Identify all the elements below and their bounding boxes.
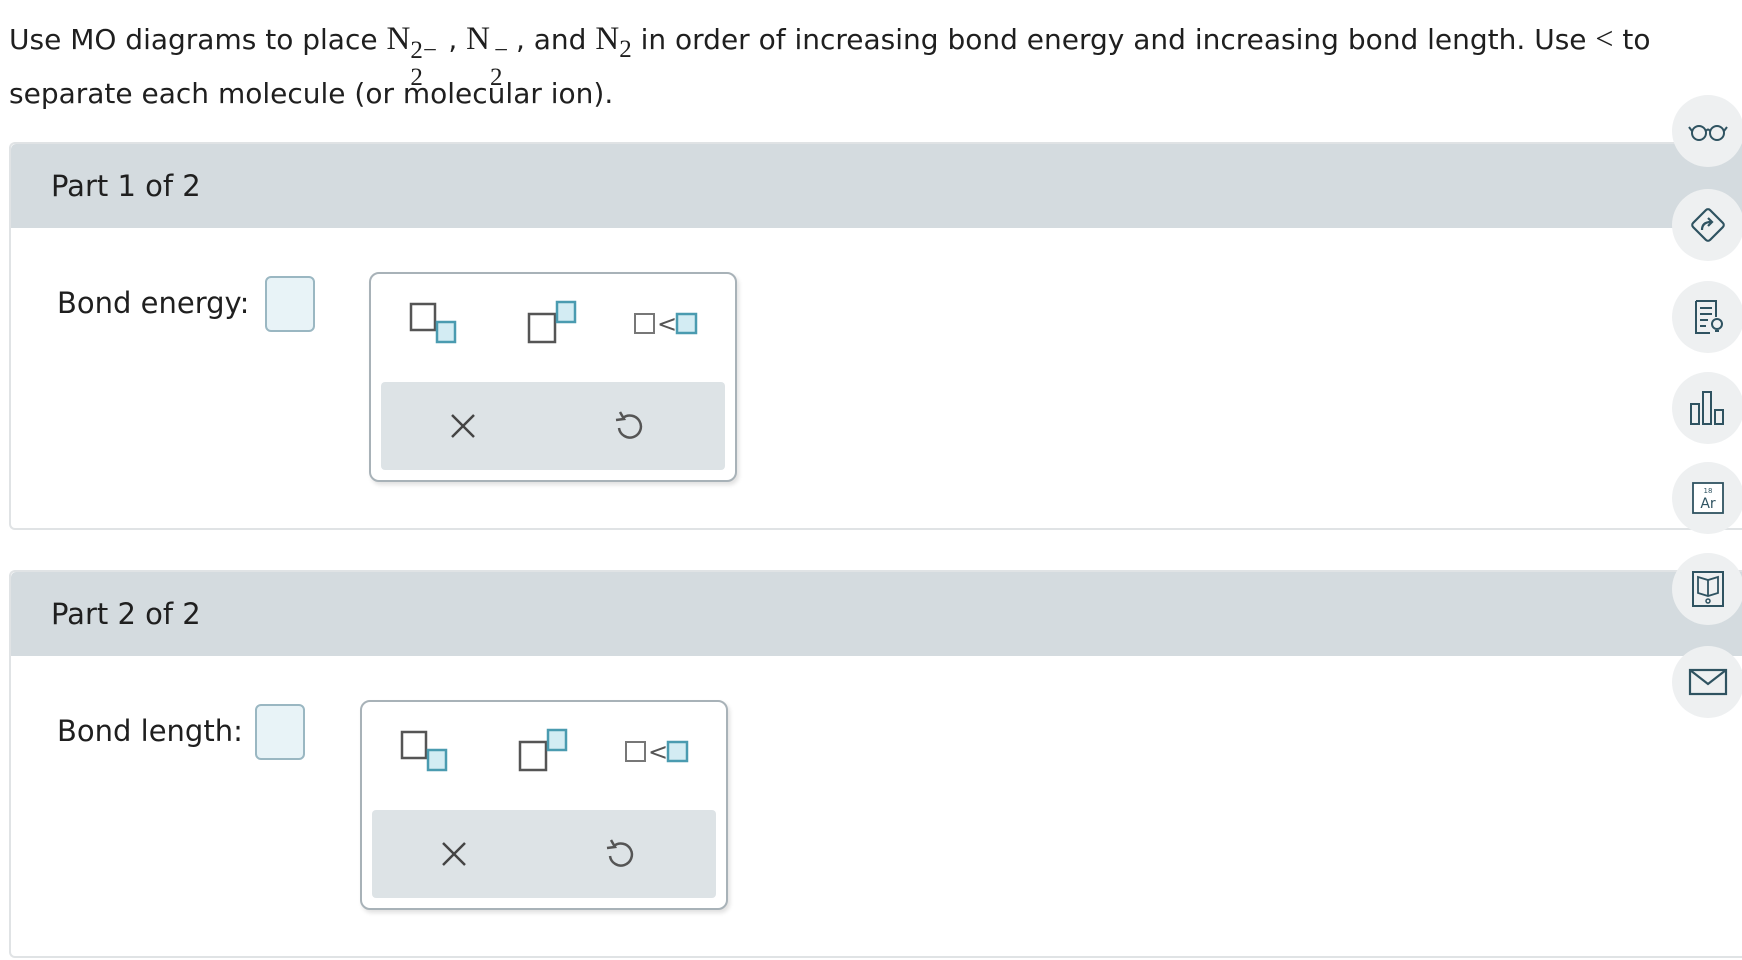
- redo-arrow-icon: [1691, 208, 1725, 242]
- subscript-template-icon: [409, 302, 457, 344]
- subscript-template-button[interactable]: [391, 296, 491, 356]
- subscript-template-button[interactable]: [382, 724, 482, 784]
- bond-energy-answer-input[interactable]: [265, 276, 315, 332]
- comma-separator: ,: [448, 23, 467, 56]
- hint-document-icon: [1695, 300, 1723, 334]
- palette-actions: [381, 382, 725, 470]
- less-than-template-icon: <: [625, 738, 689, 766]
- element-number: 18: [1704, 487, 1713, 495]
- ebook-icon: [1692, 571, 1724, 607]
- subscript-template-icon: [400, 730, 448, 772]
- question-intro: Use MO diagrams to place: [9, 23, 387, 56]
- superscript-template-button[interactable]: [500, 724, 600, 784]
- bond-length-palette: <: [360, 700, 728, 910]
- species-n2: N2: [595, 21, 631, 63]
- species-n2-dianion: N 2 2−: [386, 21, 448, 91]
- chem-symbol: N: [386, 21, 411, 57]
- less-than-symbol: <: [1595, 20, 1614, 56]
- bond-length-label: Bond length:: [57, 714, 243, 748]
- chem-symbol: N: [466, 21, 490, 57]
- comma-and-separator: , and: [515, 23, 596, 56]
- undo-button[interactable]: [590, 824, 650, 884]
- undo-button[interactable]: [599, 396, 659, 456]
- data-chart-button[interactable]: [1672, 372, 1742, 444]
- hint-button[interactable]: [1672, 281, 1742, 353]
- clear-button[interactable]: [433, 396, 493, 456]
- less-than-glyph: <: [648, 738, 668, 766]
- part-1-header: Part 1 of 2: [11, 144, 1742, 228]
- chem-superscript: 2−: [410, 37, 437, 64]
- mail-icon: [1688, 668, 1728, 696]
- chem-superscript: −: [493, 37, 509, 64]
- message-button[interactable]: [1672, 646, 1742, 718]
- ebook-button[interactable]: [1672, 553, 1742, 625]
- less-than-template-button[interactable]: <: [606, 724, 706, 784]
- clear-button[interactable]: [424, 824, 484, 884]
- undo-icon: [606, 839, 634, 867]
- superscript-template-button[interactable]: [509, 296, 609, 356]
- bond-length-answer-input[interactable]: [255, 704, 305, 760]
- element-symbol: Ar: [1700, 496, 1716, 512]
- superscript-template-icon: [518, 728, 568, 772]
- less-than-template-button[interactable]: <: [615, 296, 715, 356]
- close-icon: [451, 414, 475, 438]
- less-than-template-icon: <: [634, 310, 698, 338]
- chem-subscript: 2: [619, 36, 632, 63]
- less-than-glyph: <: [657, 310, 677, 338]
- chem-symbol: N: [595, 21, 620, 57]
- tool-sidebar: 18 Ar: [1664, 0, 1742, 960]
- question-text: Use MO diagrams to place N 2 2−, N 2−, and …: [9, 12, 1699, 120]
- glasses-icon: [1688, 125, 1728, 141]
- part-2-panel: Part 2 of 2 Bond length: <: [9, 570, 1742, 958]
- species-n2-anion: N 2−: [466, 21, 516, 91]
- bar-chart-icon: [1690, 391, 1724, 425]
- palette-actions: [372, 810, 716, 898]
- close-icon: [442, 842, 466, 866]
- periodic-table-button[interactable]: 18 Ar: [1672, 462, 1742, 534]
- part-2-header: Part 2 of 2: [11, 572, 1742, 656]
- directions-button[interactable]: [1672, 189, 1742, 261]
- part-1-panel: Part 1 of 2 Bond energy: <: [9, 142, 1742, 530]
- reading-mode-button[interactable]: [1672, 95, 1742, 167]
- bond-energy-label: Bond energy:: [57, 286, 250, 320]
- undo-icon: [615, 411, 643, 439]
- periodic-table-icon: 18 Ar: [1692, 482, 1724, 514]
- question-middle: in order of increasing bond energy and i…: [631, 23, 1596, 56]
- bond-energy-palette: <: [369, 272, 737, 482]
- superscript-template-icon: [527, 300, 577, 344]
